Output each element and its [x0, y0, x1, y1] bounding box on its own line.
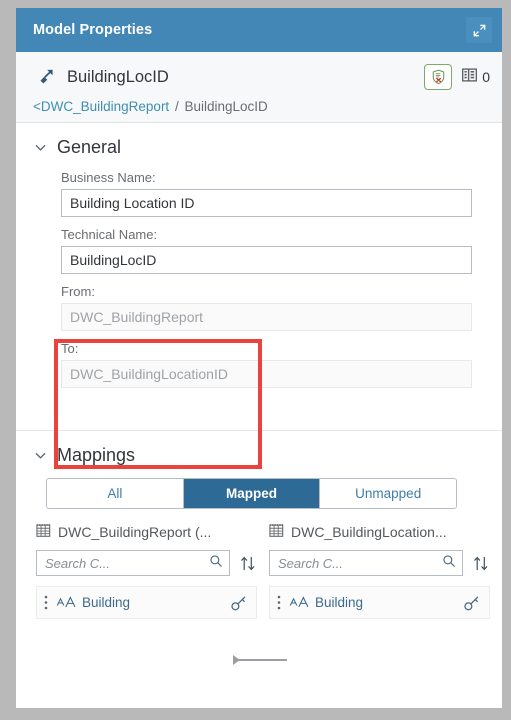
source-search-row: Search C... — [36, 550, 257, 576]
drag-handle-icon[interactable] — [275, 595, 283, 611]
from-input: DWC_BuildingReport — [61, 303, 472, 331]
panel-title: Model Properties — [33, 22, 153, 38]
object-header-actions: 0 — [424, 64, 490, 90]
object-header-row: BuildingLocID 0 — [33, 64, 490, 90]
target-items: Building — [269, 586, 490, 619]
target-column-title: DWC_BuildingLocation... — [291, 524, 447, 540]
target-search-placeholder: Search C... — [278, 555, 344, 571]
breadcrumb: <DWC_BuildingReport / BuildingLocID — [33, 99, 490, 114]
tab-mapped[interactable]: Mapped — [183, 479, 321, 508]
field-count-group: 0 — [462, 67, 490, 87]
search-icon[interactable] — [209, 554, 223, 573]
list-item-label: Building — [315, 595, 364, 610]
technical-name-label: Technical Name: — [61, 227, 158, 242]
association-arrow-icon — [33, 64, 59, 90]
general-section: General Business Name: Building Location… — [16, 123, 502, 431]
mappings-section-header[interactable]: Mappings — [16, 431, 502, 472]
business-name-label: Business Name: — [61, 170, 156, 185]
screenshot-root: Model Properties BuildingLocID 0 <DWC_Bu… — [0, 0, 511, 720]
drag-handle-icon[interactable] — [42, 595, 50, 611]
source-column-title: DWC_BuildingReport (... — [58, 524, 212, 540]
chevron-down-icon[interactable] — [33, 449, 47, 463]
chevron-down-icon[interactable] — [33, 141, 47, 155]
mappings-section-title: Mappings — [57, 445, 136, 465]
sort-ascending-descending-icon[interactable] — [472, 553, 490, 573]
table-grid-icon — [269, 523, 284, 541]
from-label: From: — [61, 284, 95, 299]
mapping-columns: DWC_BuildingReport (... Search C... Buil… — [36, 523, 490, 619]
table-grid-icon — [36, 523, 51, 541]
source-search-placeholder: Search C... — [45, 555, 111, 571]
target-column-header: DWC_BuildingLocation... — [269, 523, 490, 541]
panel-titlebar: Model Properties — [16, 8, 502, 52]
mappings-section: Mappings All Mapped Unmapped DWC_Buildin… — [16, 431, 502, 619]
key-icon[interactable] — [230, 594, 248, 612]
target-search-row: Search C... — [269, 550, 490, 576]
list-item[interactable]: Building — [36, 586, 257, 619]
general-section-header[interactable]: General — [16, 123, 502, 164]
table-icon — [462, 67, 478, 87]
list-item-label: Building — [82, 595, 131, 610]
breadcrumb-separator: / — [174, 99, 179, 114]
business-name-input[interactable]: Building Location ID — [61, 189, 472, 217]
source-search-input[interactable]: Search C... — [36, 550, 230, 576]
to-label: To: — [61, 341, 79, 356]
breadcrumb-parent-link[interactable]: <DWC_BuildingReport — [33, 99, 169, 114]
general-bottom-gap — [16, 402, 502, 418]
model-properties-panel: Model Properties BuildingLocID 0 <DWC_Bu… — [16, 8, 502, 708]
aa-text-type-icon — [56, 595, 76, 611]
mapping-filter-tabs: All Mapped Unmapped — [46, 478, 457, 509]
source-items: Building — [36, 586, 257, 619]
panel-body: General Business Name: Building Location… — [16, 123, 502, 708]
target-search-input[interactable]: Search C... — [269, 550, 463, 576]
object-header: BuildingLocID 0 <DWC_BuildingReport / Bu… — [16, 52, 502, 123]
list-item[interactable]: Building — [269, 586, 490, 619]
key-icon[interactable] — [463, 594, 481, 612]
object-name: BuildingLocID — [67, 67, 169, 86]
source-column-header: DWC_BuildingReport (... — [36, 523, 257, 541]
tab-all[interactable]: All — [47, 479, 184, 508]
mapping-column-target: DWC_BuildingLocation... Search C... Buil… — [269, 523, 490, 619]
expand-icon[interactable] — [466, 17, 492, 43]
field-count: 0 — [482, 69, 490, 85]
aa-text-type-icon — [289, 595, 309, 611]
tab-unmapped[interactable]: Unmapped — [320, 479, 456, 508]
to-input: DWC_BuildingLocationID — [61, 360, 472, 388]
general-section-title: General — [57, 137, 122, 157]
sort-ascending-descending-icon[interactable] — [239, 553, 257, 573]
mapping-column-source: DWC_BuildingReport (... Search C... Buil… — [36, 523, 257, 619]
search-icon[interactable] — [442, 554, 456, 573]
breadcrumb-current: BuildingLocID — [184, 99, 268, 114]
shield-validation-icon[interactable] — [424, 64, 453, 90]
general-fields: Business Name: Building Location ID Tech… — [16, 164, 502, 402]
technical-name-input[interactable]: BuildingLocID — [61, 246, 472, 274]
